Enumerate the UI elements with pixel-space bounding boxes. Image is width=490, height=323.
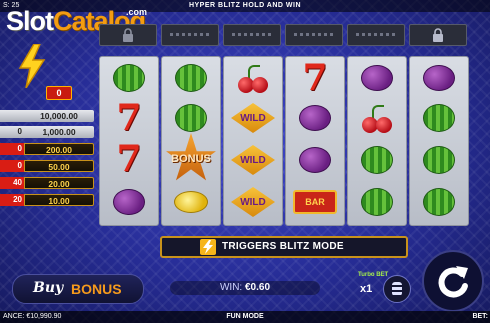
plum-symbol bbox=[415, 59, 463, 97]
lightning-bolt-icon bbox=[18, 44, 46, 88]
turbo-multiplier: x1 bbox=[360, 283, 373, 295]
watermelon-symbol bbox=[353, 183, 401, 221]
plum-symbol bbox=[291, 99, 339, 137]
fun-mode-label: FUN MODE bbox=[226, 313, 264, 320]
blitz-mode-banner: TRIGGERS BLITZ MODE bbox=[160, 236, 408, 258]
bet-display: BET: bbox=[472, 313, 488, 320]
reel-lock-bar-3 bbox=[223, 24, 281, 46]
plum-symbol bbox=[105, 183, 153, 221]
watermelon-symbol bbox=[105, 59, 153, 97]
reel-lock-bar-1 bbox=[99, 24, 157, 46]
cherry-symbol bbox=[229, 59, 277, 97]
reel-lock-bar-4 bbox=[285, 24, 343, 46]
reel-lock-bar-2 bbox=[161, 24, 219, 46]
seven-symbol: 7 bbox=[302, 57, 328, 99]
reel-6 bbox=[409, 56, 469, 226]
bottom-bar: ANCE: €10,990.90 FUN MODE BET: bbox=[0, 311, 490, 323]
paytable-row: 0 50.00 bbox=[0, 160, 94, 172]
lightning-bolt-icon bbox=[200, 239, 216, 255]
paytable-row: 20 10.00 bbox=[0, 194, 94, 206]
spin-button[interactable] bbox=[422, 250, 484, 312]
seven-symbol: 7 bbox=[116, 97, 142, 139]
wild-symbol: WILD bbox=[229, 141, 277, 179]
reel-lock-bar-5 bbox=[347, 24, 405, 46]
wild-symbol: WILD bbox=[229, 183, 277, 221]
watermelon-symbol bbox=[415, 99, 463, 137]
reel-4: 7 BAR bbox=[285, 56, 345, 226]
watermelon-symbol bbox=[167, 59, 215, 97]
paytable-row: 10,000.00 bbox=[0, 110, 94, 122]
plum-symbol bbox=[291, 141, 339, 179]
reel-3: WILD WILD WILD bbox=[223, 56, 283, 226]
watermelon-symbol bbox=[353, 141, 401, 179]
watermelon-symbol bbox=[167, 99, 215, 137]
paytable-row: 0 1,000.00 bbox=[0, 126, 94, 138]
win-display: WIN: €0.60 bbox=[170, 281, 320, 295]
watermelon-symbol bbox=[415, 183, 463, 221]
reel-1: 7 7 bbox=[99, 56, 159, 226]
bet-settings-button[interactable] bbox=[383, 275, 411, 303]
lemon-symbol bbox=[167, 183, 215, 221]
paytable-row: 40 20.00 bbox=[0, 177, 94, 189]
bolt-counter: 0 bbox=[46, 86, 72, 100]
watermelon-symbol bbox=[415, 141, 463, 179]
paytable-row: 0 200.00 bbox=[0, 143, 94, 155]
reel-2: BONUS bbox=[161, 56, 221, 226]
reel-5 bbox=[347, 56, 407, 226]
turbo-bet-button[interactable]: Turbo BET x1 bbox=[358, 272, 388, 295]
bar-symbol: BAR bbox=[291, 183, 339, 221]
lock-icon bbox=[123, 28, 133, 42]
plum-symbol bbox=[353, 59, 401, 97]
blitz-banner-text: TRIGGERS BLITZ MODE bbox=[222, 241, 344, 252]
spin-arrow-icon bbox=[438, 266, 468, 298]
reel-lock-bar-6 bbox=[409, 24, 467, 46]
seven-symbol: 7 bbox=[116, 138, 142, 180]
cherry-symbol bbox=[353, 99, 401, 137]
coin-stack-icon bbox=[392, 282, 402, 296]
wild-symbol: WILD bbox=[229, 99, 277, 137]
buy-bonus-button[interactable]: Buy BONUS bbox=[12, 274, 144, 304]
lock-icon bbox=[433, 28, 443, 42]
